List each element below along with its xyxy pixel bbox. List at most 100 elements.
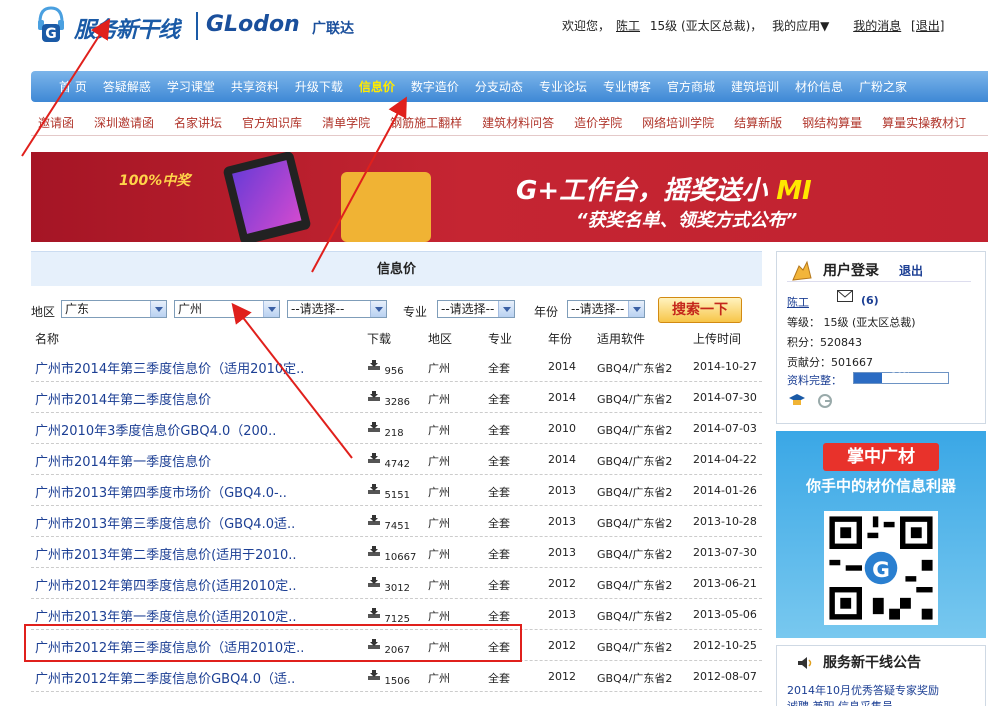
major-select[interactable]: --请选择-- [437,300,515,318]
cell-date: 2014-10-27 [693,360,757,373]
cell-software: GBQ4/广东省2 [597,424,673,437]
subnav-item-10[interactable]: 钢结构算量 [802,114,862,131]
nav-item-3[interactable]: 共享资料 [231,78,279,95]
subnav-item-11[interactable]: 算量实操教材订 [882,114,966,131]
province-select[interactable]: 广东 [61,300,167,318]
my-apps-menu[interactable]: 我的应用▼ [772,19,829,33]
announcement-item[interactable]: 2014年10月优秀答疑专家奖励 [787,682,939,698]
logout-link[interactable]: [退出] [911,19,944,33]
nav-item-2[interactable]: 学习课堂 [167,78,215,95]
download-cell[interactable]: 7451 [367,515,410,532]
graduation-cap-icon[interactable] [789,393,805,407]
subnav-item-2[interactable]: 名家讲坛 [174,114,222,131]
subnav-item-5[interactable]: 钢筋施工翻样 [390,114,462,131]
subnav-item-3[interactable]: 官方知识库 [242,114,302,131]
cell-year: 2013 [548,515,576,528]
city-select[interactable]: 广州 [174,300,280,318]
col-header-name: 名称 [35,332,60,346]
file-title-link[interactable]: 广州市2013年第四季度市场价（GBQ4.0-.. [35,482,287,501]
col-header-area: 地区 [428,332,453,346]
file-title-link[interactable]: 广州市2013年第三季度信息价（GBQ4.0适.. [35,513,295,532]
nav-item-6[interactable]: 数字造价 [411,78,459,95]
download-icon[interactable] [367,484,381,495]
download-icon[interactable] [367,577,381,588]
file-title-link[interactable]: 广州市2014年第二季度信息价 [35,389,211,408]
announcement-panel: 服务新干线公告 2014年10月优秀答疑专家奖励 诚聘 兼职 信息采集员 [776,645,986,706]
nav-item-0[interactable]: 首 页 [59,78,87,95]
download-icon[interactable] [367,422,381,433]
nav-item-12[interactable]: 材价信息 [795,78,843,95]
app-promo-card[interactable]: 掌中广材 你手中的材价信息利器 G [776,431,986,638]
announcement-item[interactable]: 诚聘 兼职 信息采集员 [787,698,893,706]
user-link[interactable]: 陈工 [616,19,640,33]
my-messages-link[interactable]: 我的消息 [853,19,901,33]
download-cell[interactable]: 1506 [367,670,410,687]
nav-item-1[interactable]: 答疑解惑 [103,78,151,95]
table-row: 广州市2014年第二季度信息价 3286 广州 全套 2014 GBQ4/广东省2 201… [31,382,762,413]
district-select[interactable]: --请选择-- [287,300,387,318]
nav-item-8[interactable]: 专业论坛 [539,78,587,95]
download-icon[interactable] [367,515,381,526]
site-logo[interactable]: G 服务新干线 GLodon 广联达 [36,4,366,48]
cell-area: 广州 [428,579,450,592]
banner-subtitle: “获奖名单、领奖方式公布” [576,210,798,231]
subnav-item-8[interactable]: 网络培训学院 [642,114,714,131]
nav-item-11[interactable]: 建筑培训 [731,78,779,95]
user-level-line: 等级： 15级 (亚太区总裁) [787,316,916,329]
download-cell[interactable]: 956 [367,360,404,377]
download-cell[interactable]: 10667 [367,546,416,563]
nav-item-7[interactable]: 分支动态 [475,78,523,95]
nav-item-9[interactable]: 专业博客 [603,78,651,95]
login-user-link[interactable]: 陈工 [787,294,809,310]
nav-item-5[interactable]: 信息价 [359,78,395,95]
file-title-link[interactable]: 广州2010年3季度信息价GBQ4.0（200.. [35,420,276,439]
promo-banner[interactable]: 100%中奖 G+工作台，摇奖送小 MI “获奖名单、领奖方式公布” [31,152,988,242]
download-icon[interactable] [367,391,381,402]
cell-area: 广州 [428,362,450,375]
message-count[interactable]: (6) [861,294,879,307]
download-icon[interactable] [367,453,381,464]
promo-title: 掌中广材 [823,443,939,471]
download-cell[interactable]: 3286 [367,391,410,408]
search-button[interactable]: 搜索一下 [658,297,742,323]
file-title-link[interactable]: 广州市2012年第四季度信息价(适用2010定.. [35,575,297,594]
nav-item-13[interactable]: 广粉之家 [859,78,907,95]
download-cell[interactable]: 218 [367,422,404,439]
cell-software: GBQ4/广东省2 [597,672,673,685]
cell-major: 全套 [488,610,510,623]
cell-major: 全套 [488,455,510,468]
download-icon[interactable] [367,546,381,557]
file-title-link[interactable]: 广州市2014年第一季度信息价 [35,451,211,470]
table-row: 广州市2014年第一季度信息价 4742 广州 全套 2014 GBQ4/广东省2 201… [31,444,762,475]
download-cell[interactable]: 4742 [367,453,410,470]
cell-date: 2014-04-22 [693,453,757,466]
subnav-item-1[interactable]: 深圳邀请函 [94,114,154,131]
subnav-item-9[interactable]: 结算新版 [734,114,782,131]
mail-icon[interactable] [837,290,853,302]
cell-year: 2012 [548,639,576,652]
table-row: 广州市2013年第四季度市场价（GBQ4.0-.. 5151 广州 全套 2013 GB… [31,475,762,506]
file-title-link[interactable]: 广州市2013年第一季度信息价(适用2010定.. [35,606,297,625]
download-cell[interactable]: 7125 [367,608,410,625]
nav-item-10[interactable]: 官方商城 [667,78,715,95]
subnav-item-0[interactable]: 邀请函 [38,114,74,131]
download-count: 4742 [384,459,410,470]
login-logout-link[interactable]: 退出 [899,262,923,279]
download-icon[interactable] [367,360,381,371]
download-icon[interactable] [367,608,381,619]
download-cell[interactable]: 5151 [367,484,410,501]
file-title-link[interactable]: 广州市2012年第二季度信息价GBQ4.0（适.. [35,668,295,687]
year-select[interactable]: --请选择-- [567,300,645,318]
download-cell[interactable]: 3012 [367,577,410,594]
nav-item-4[interactable]: 升级下载 [295,78,343,95]
download-icon[interactable] [367,670,381,681]
subnav-item-4[interactable]: 清单学院 [322,114,370,131]
cell-area: 广州 [428,672,450,685]
glodon-g-icon[interactable] [817,393,833,409]
cell-software: GBQ4/广东省2 [597,455,673,468]
subnav-item-7[interactable]: 造价学院 [574,114,622,131]
file-title-link[interactable]: 广州市2013年第二季度信息价(适用于2010.. [35,544,297,563]
subnav-item-6[interactable]: 建筑材料问答 [482,114,554,131]
cell-major: 全套 [488,517,510,530]
file-title-link[interactable]: 广州市2014年第三季度信息价（适用2010定.. [35,358,304,377]
